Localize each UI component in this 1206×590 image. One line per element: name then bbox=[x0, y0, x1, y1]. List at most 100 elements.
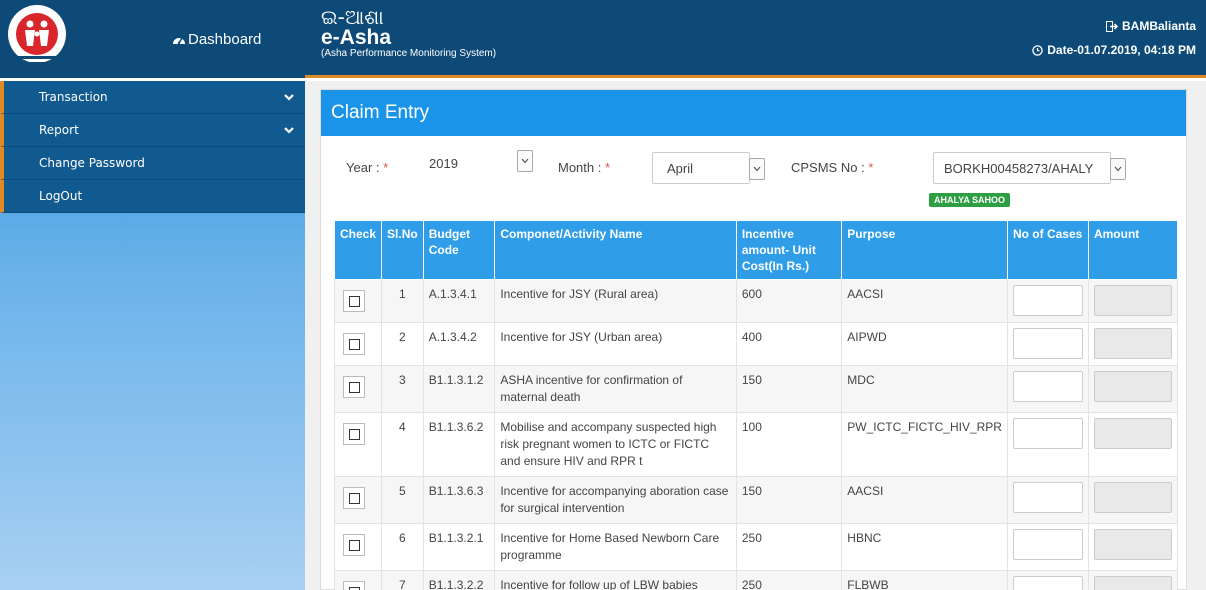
checkbox-box-icon bbox=[348, 295, 360, 307]
budget-code-cell: B1.1.3.2.1 bbox=[422, 523, 496, 571]
sidebar-item-transaction[interactable]: Transaction bbox=[0, 81, 305, 114]
row-checkbox[interactable] bbox=[343, 487, 365, 509]
filter-bar: Year : * 2019 Month : * April CPSMS No :… bbox=[321, 136, 1186, 222]
incentive-cell: 400 bbox=[735, 322, 843, 366]
budget-code-cell: B1.1.3.1.2 bbox=[422, 365, 496, 413]
activity-cell: ASHA incentive for confirmation of mater… bbox=[494, 365, 737, 413]
no-of-cases-input[interactable] bbox=[1012, 418, 1083, 449]
amount-input bbox=[1093, 285, 1172, 316]
row-checkbox[interactable] bbox=[343, 290, 365, 312]
activity-cell: Incentive for follow up of LBW babies bbox=[494, 570, 737, 590]
no-of-cases-cell bbox=[1006, 412, 1089, 477]
no-of-cases-input[interactable] bbox=[1012, 529, 1083, 560]
amount-input bbox=[1093, 328, 1172, 359]
purpose-cell: HBNC bbox=[841, 523, 1008, 571]
chevron-down-icon bbox=[284, 94, 294, 101]
purpose-cell: MDC bbox=[841, 365, 1008, 413]
incentive-cell: 100 bbox=[735, 412, 843, 477]
row-checkbox[interactable] bbox=[343, 376, 365, 398]
no-of-cases-cell bbox=[1006, 476, 1089, 524]
row-checkbox[interactable] bbox=[343, 423, 365, 445]
no-of-cases-input[interactable] bbox=[1012, 371, 1083, 402]
sidebar: Transaction Report Change Password LogOu… bbox=[0, 81, 305, 590]
check-cell bbox=[333, 365, 383, 413]
activity-cell: Incentive for JSY (Rural area) bbox=[494, 279, 737, 323]
col-incentive: Incentive amount- Unit Cost(In Rs.) bbox=[735, 220, 843, 280]
cpsms-select[interactable]: BORKH00458273/AHALY bbox=[933, 152, 1126, 184]
sidebar-item-label: Transaction bbox=[39, 90, 108, 104]
checkbox-box-icon bbox=[348, 586, 360, 590]
col-slno: Sl.No bbox=[381, 220, 424, 280]
check-cell bbox=[333, 322, 383, 366]
budget-code-cell: B1.1.3.6.3 bbox=[422, 476, 496, 524]
no-of-cases-cell bbox=[1006, 570, 1089, 590]
date-text: Date-01.07.2019, 04:18 PM bbox=[1047, 43, 1196, 57]
amount-cell bbox=[1087, 570, 1179, 590]
amount-input bbox=[1093, 576, 1172, 590]
purpose-cell: AACSI bbox=[841, 476, 1008, 524]
cpsms-value: BORKH00458273/AHALY bbox=[944, 160, 1094, 176]
dashboard-link[interactable]: Dashboard bbox=[172, 31, 261, 48]
no-of-cases-input[interactable] bbox=[1012, 576, 1083, 590]
sidebar-item-report[interactable]: Report bbox=[0, 114, 305, 147]
main-content: Claim Entry Year : * 2019 Month : * Apri… bbox=[305, 81, 1206, 590]
slno-cell: 2 bbox=[381, 322, 424, 366]
table-row: 7 B1.1.3.2.2 Incentive for follow up of LB… bbox=[333, 570, 1179, 590]
budget-code-cell: A.1.3.4.2 bbox=[422, 322, 496, 366]
row-checkbox[interactable] bbox=[343, 581, 365, 590]
row-checkbox[interactable] bbox=[343, 333, 365, 355]
amount-cell bbox=[1087, 322, 1179, 366]
sidebar-item-logout[interactable]: LogOut bbox=[0, 180, 305, 213]
check-cell bbox=[333, 412, 383, 477]
no-of-cases-input[interactable] bbox=[1012, 482, 1083, 513]
cpsms-label: CPSMS No : * bbox=[791, 160, 874, 175]
table-row: 1 A.1.3.4.1 Incentive for JSY (Rural area)… bbox=[333, 279, 1179, 323]
sign-out-icon bbox=[1105, 20, 1118, 32]
amount-cell bbox=[1087, 279, 1179, 323]
checkbox-box-icon bbox=[348, 492, 360, 504]
year-value: 2019 bbox=[429, 156, 458, 171]
panel-title: Claim Entry bbox=[321, 90, 1186, 136]
incentive-cell: 150 bbox=[735, 476, 843, 524]
check-cell bbox=[333, 570, 383, 590]
amount-input bbox=[1093, 418, 1172, 449]
purpose-cell: PW_ICTC_FICTC_HIV_RPR bbox=[841, 412, 1008, 477]
sidebar-menu: Transaction Report Change Password LogOu… bbox=[0, 81, 305, 213]
incentive-cell: 150 bbox=[735, 365, 843, 413]
slno-cell: 7 bbox=[381, 570, 424, 590]
asha-name-badge: AHALYA SAHOO bbox=[929, 193, 1011, 207]
slno-cell: 1 bbox=[381, 279, 424, 323]
table-row: 3 B1.1.3.1.2 ASHA incentive for confirmati… bbox=[333, 365, 1179, 413]
no-of-cases-input[interactable] bbox=[1012, 328, 1083, 359]
budget-code-cell: B1.1.3.6.2 bbox=[422, 412, 496, 477]
chevron-down-icon bbox=[749, 158, 765, 180]
year-label: Year : * bbox=[346, 160, 389, 175]
slno-cell: 6 bbox=[381, 523, 424, 571]
sidebar-item-change-password[interactable]: Change Password bbox=[0, 147, 305, 180]
activity-cell: Mobilise and accompany suspected high ri… bbox=[494, 412, 737, 477]
nrhm-logo bbox=[8, 5, 66, 64]
budget-code-cell: B1.1.3.2.2 bbox=[422, 570, 496, 590]
no-of-cases-cell bbox=[1006, 322, 1089, 366]
check-cell bbox=[333, 476, 383, 524]
amount-cell bbox=[1087, 476, 1179, 524]
purpose-cell: AIPWD bbox=[841, 322, 1008, 366]
table-row: 6 B1.1.3.2.1 Incentive for Home Based Newb… bbox=[333, 523, 1179, 571]
user-logout-link[interactable]: BAMBalianta bbox=[1105, 19, 1196, 33]
brand: ଇ-ଆଶା e-Asha (Asha Performance Monitorin… bbox=[321, 6, 496, 60]
amount-cell bbox=[1087, 365, 1179, 413]
year-select[interactable]: 2019 bbox=[419, 150, 533, 180]
no-of-cases-cell bbox=[1006, 365, 1089, 413]
brand-odia: ଇ-ଆଶା bbox=[321, 5, 384, 29]
checkbox-box-icon bbox=[348, 539, 360, 551]
col-check: Check bbox=[333, 220, 383, 280]
brand-name: e-Asha bbox=[321, 26, 392, 49]
amount-cell bbox=[1087, 412, 1179, 477]
month-select[interactable]: April bbox=[652, 152, 765, 184]
no-of-cases-cell bbox=[1006, 279, 1089, 323]
row-checkbox[interactable] bbox=[343, 534, 365, 556]
budget-code-cell: A.1.3.4.1 bbox=[422, 279, 496, 323]
sidebar-item-label: Report bbox=[39, 123, 79, 137]
col-purpose: Purpose bbox=[841, 220, 1008, 280]
no-of-cases-input[interactable] bbox=[1012, 285, 1083, 316]
